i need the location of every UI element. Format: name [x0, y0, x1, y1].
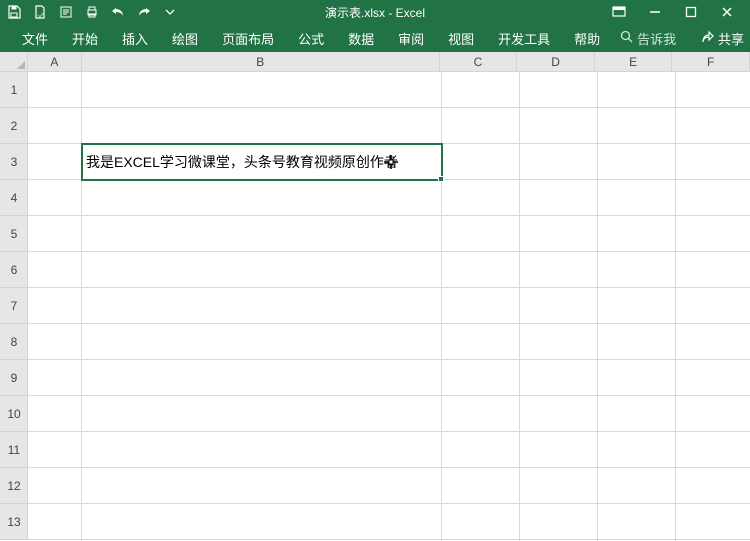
- minimize-icon[interactable]: [646, 3, 664, 21]
- window-title: 演示表.xlsx - Excel: [325, 4, 425, 21]
- maximize-icon[interactable]: [682, 3, 700, 21]
- tab-draw[interactable]: 绘图: [160, 24, 210, 52]
- tab-file[interactable]: 文件: [10, 24, 60, 52]
- qat-customize-icon[interactable]: [162, 4, 178, 20]
- row-header-9[interactable]: 9: [0, 360, 28, 396]
- tab-insert[interactable]: 插入: [110, 24, 160, 52]
- cell-B3[interactable]: 我是EXCEL学习微课堂，头条号教育视频原创作者: [82, 144, 398, 180]
- row-header-12[interactable]: 12: [0, 468, 28, 504]
- ribbon-tabs: 文件 开始 插入 绘图 页面布局 公式 数据 审阅 视图 开发工具 帮助 告诉我…: [0, 24, 750, 52]
- column-headers: ABCDEF: [28, 52, 750, 72]
- quick-access-toolbar: [0, 4, 178, 20]
- redo-icon[interactable]: [136, 4, 152, 20]
- title-bar: 演示表.xlsx - Excel: [0, 0, 750, 24]
- tab-view[interactable]: 视图: [436, 24, 486, 52]
- column-header-F[interactable]: F: [672, 52, 750, 72]
- new-file-icon[interactable]: [32, 4, 48, 20]
- row-header-8[interactable]: 8: [0, 324, 28, 360]
- row-header-2[interactable]: 2: [0, 108, 28, 144]
- print-preview-icon[interactable]: [58, 4, 74, 20]
- tab-review[interactable]: 审阅: [386, 24, 436, 52]
- tab-help[interactable]: 帮助: [562, 24, 612, 52]
- row-headers: 12345678910111213: [0, 72, 28, 540]
- worksheet-area: ABCDEF 12345678910111213 我是EXCEL学习微课堂，头条…: [0, 52, 750, 541]
- tell-me-search[interactable]: 告诉我: [620, 29, 676, 48]
- row-header-3[interactable]: 3: [0, 144, 28, 180]
- row-header-5[interactable]: 5: [0, 216, 28, 252]
- select-all-button[interactable]: [0, 52, 28, 72]
- row-header-7[interactable]: 7: [0, 288, 28, 324]
- row-header-10[interactable]: 10: [0, 396, 28, 432]
- row-header-1[interactable]: 1: [0, 72, 28, 108]
- save-icon[interactable]: [6, 4, 22, 20]
- tab-page-layout[interactable]: 页面布局: [210, 24, 286, 52]
- close-icon[interactable]: [718, 3, 736, 21]
- row-header-13[interactable]: 13: [0, 504, 28, 540]
- column-header-E[interactable]: E: [595, 52, 673, 72]
- ribbon-display-options-icon[interactable]: [610, 3, 628, 21]
- column-header-D[interactable]: D: [517, 52, 595, 72]
- share-button[interactable]: 共享: [701, 29, 744, 48]
- column-header-A[interactable]: A: [28, 52, 82, 72]
- undo-icon[interactable]: [110, 4, 126, 20]
- tab-formulas[interactable]: 公式: [286, 24, 336, 52]
- search-icon: [620, 30, 633, 46]
- column-header-C[interactable]: C: [440, 52, 518, 72]
- row-header-4[interactable]: 4: [0, 180, 28, 216]
- tab-data[interactable]: 数据: [336, 24, 386, 52]
- fill-handle[interactable]: [438, 176, 444, 182]
- row-header-6[interactable]: 6: [0, 252, 28, 288]
- share-label: 共享: [718, 29, 744, 48]
- tab-home[interactable]: 开始: [60, 24, 110, 52]
- quick-print-icon[interactable]: [84, 4, 100, 20]
- window-controls: [610, 0, 750, 24]
- share-icon: [701, 30, 714, 46]
- cell-grid[interactable]: 我是EXCEL学习微课堂，头条号教育视频原创作者: [28, 72, 750, 541]
- tell-me-label: 告诉我: [637, 29, 676, 48]
- column-header-B[interactable]: B: [82, 52, 440, 72]
- row-header-11[interactable]: 11: [0, 432, 28, 468]
- tab-developer[interactable]: 开发工具: [486, 24, 562, 52]
